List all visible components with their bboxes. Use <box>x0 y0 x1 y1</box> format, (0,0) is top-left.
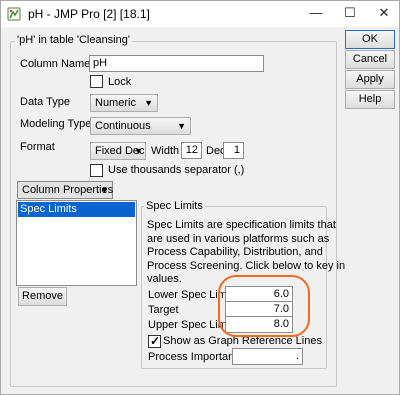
lower-spec-limit-label: Lower Spec Limit <box>148 289 233 301</box>
description-line: values. <box>147 273 182 285</box>
show-reference-lines-checkbox[interactable]: ✓ <box>148 334 161 348</box>
minimize-button[interactable]: — <box>303 1 329 27</box>
help-button[interactable]: Help <box>345 90 395 109</box>
upper-spec-limit-input[interactable]: 8.0 <box>225 316 293 333</box>
column-name-input[interactable]: pH <box>89 55 264 72</box>
chevron-down-icon: ▼ <box>177 121 186 131</box>
checkmark-icon: ✓ <box>150 334 161 348</box>
apply-button[interactable]: Apply <box>345 70 395 89</box>
remove-button[interactable]: Remove <box>18 287 67 306</box>
title-bar: pH - JMP Pro [2] [18.1] — ☐ ✕ <box>1 1 399 27</box>
width-label: Width <box>151 145 180 157</box>
data-type-label: Data Type <box>20 96 70 108</box>
close-button[interactable]: ✕ <box>371 1 397 27</box>
format-label: Format <box>20 141 55 153</box>
dialog-window: pH - JMP Pro [2] [18.1] — ☐ ✕ 'pH' in ta… <box>0 0 400 395</box>
data-type-select[interactable]: Numeric ▼ <box>90 94 158 112</box>
window-title: pH - JMP Pro [2] [18.1] <box>28 7 150 21</box>
description-line: Process Capability, Distribution, and <box>147 246 323 258</box>
modeling-type-value: Continuous <box>95 120 151 132</box>
spec-limits-legend: Spec Limits <box>144 200 205 212</box>
cancel-button[interactable]: Cancel <box>345 50 395 69</box>
list-item-spec-limits[interactable]: Spec Limits <box>18 202 135 217</box>
lock-label: Lock <box>108 76 132 88</box>
target-label: Target <box>148 304 179 316</box>
format-select[interactable]: Fixed Dec ▼ <box>90 142 146 160</box>
modeling-type-label: Modeling Type <box>20 118 92 130</box>
description-line: are used in various platforms such as <box>147 232 330 245</box>
column-name-label: Column Name <box>20 58 91 70</box>
chevron-down-icon: ▼ <box>144 98 153 108</box>
show-reference-lines-label: Show as Graph Reference Lines <box>163 335 322 347</box>
spec-limits-description: Spec Limits are specification limits tha… <box>147 219 345 287</box>
chevron-down-icon: ▼ <box>134 146 143 156</box>
column-info-legend: 'pH' in table 'Cleansing' <box>15 34 132 46</box>
description-line: Process Screening. Click below to key in <box>147 259 346 272</box>
chevron-down-icon: ▼ <box>100 185 109 195</box>
process-importance-input[interactable]: . <box>232 348 303 365</box>
lock-checkbox[interactable] <box>90 75 103 88</box>
column-properties-menu[interactable]: Column Properties ▼ <box>17 181 113 199</box>
upper-spec-limit-label: Upper Spec Limit <box>148 319 233 331</box>
description-line: Spec Limits are specification limits tha… <box>147 219 336 231</box>
data-type-value: Numeric <box>95 97 136 109</box>
width-input[interactable]: 12 <box>181 142 202 159</box>
thousands-separator-label: Use thousands separator (,) <box>108 164 245 176</box>
modeling-type-select[interactable]: Continuous ▼ <box>90 117 191 135</box>
ok-button[interactable]: OK <box>345 30 395 49</box>
jmp-app-icon <box>7 7 21 21</box>
thousands-separator-checkbox[interactable] <box>90 164 103 177</box>
properties-list[interactable]: Spec Limits <box>16 200 137 286</box>
dec-input[interactable]: 1 <box>223 142 244 159</box>
maximize-button[interactable]: ☐ <box>337 1 363 27</box>
